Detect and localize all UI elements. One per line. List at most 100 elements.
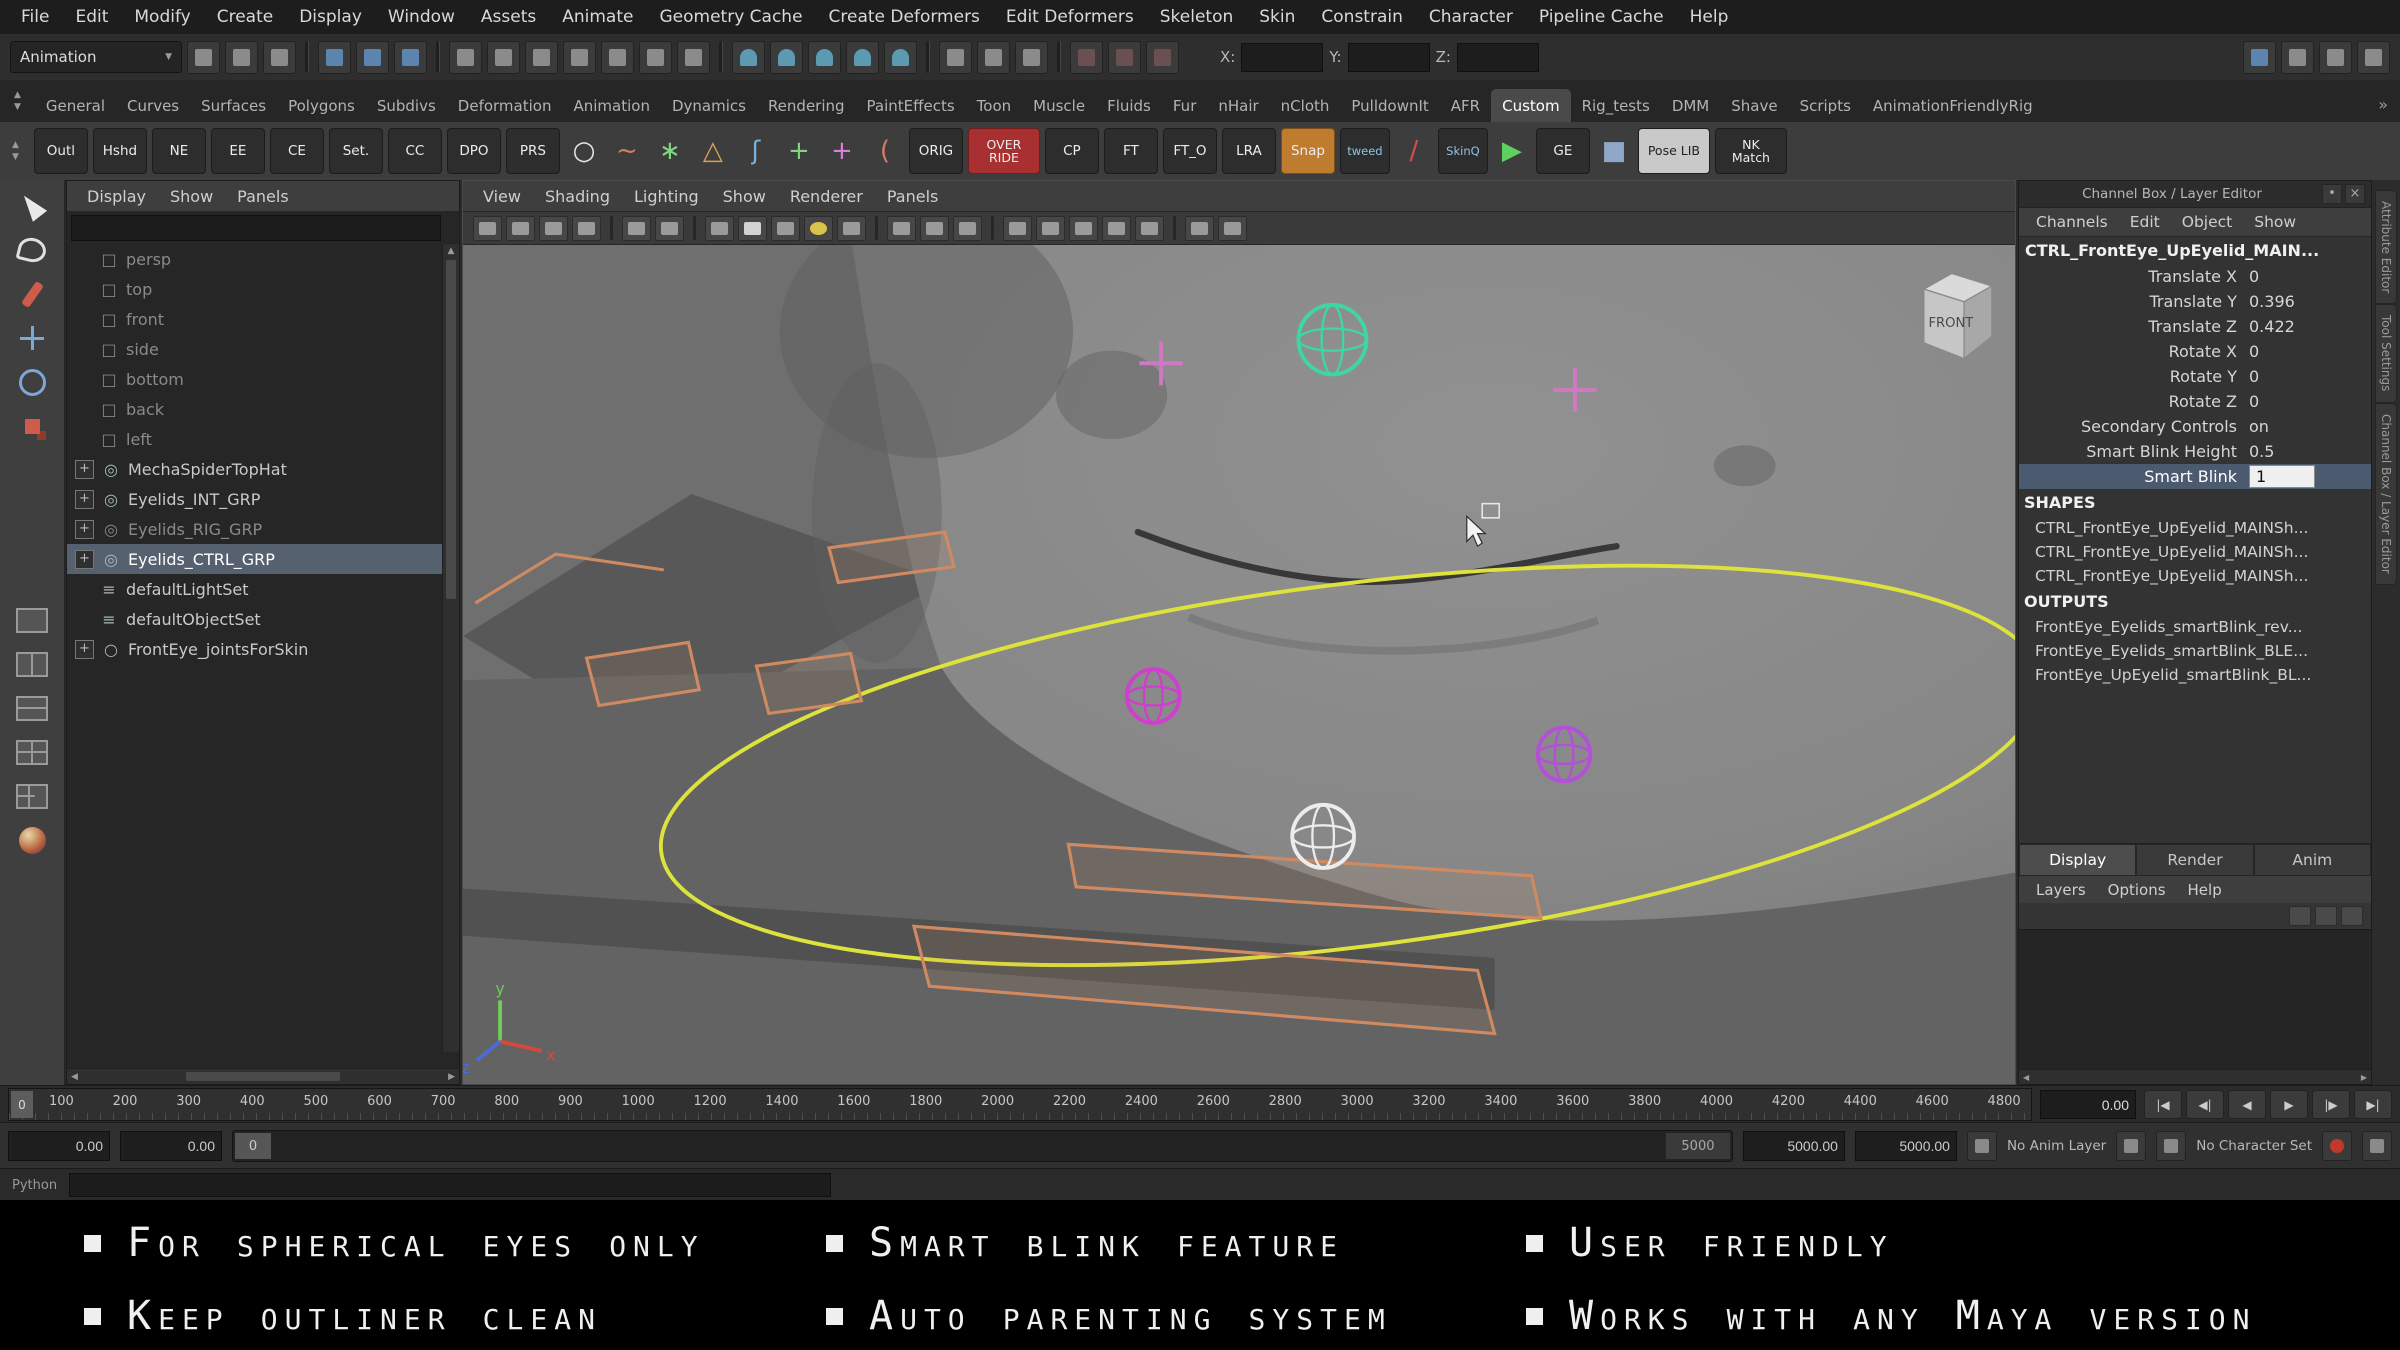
shelf-button[interactable]: GE — [1535, 128, 1590, 174]
status-icon[interactable] — [677, 40, 710, 74]
viewport-toolbar-icon[interactable] — [1218, 215, 1247, 241]
z-input[interactable] — [1456, 42, 1539, 72]
channel-label[interactable]: Translate Z — [2019, 317, 2249, 336]
status-icon[interactable] — [926, 41, 930, 73]
shelf-tab[interactable]: Dynamics — [661, 89, 757, 122]
viewport-toolbar-icon[interactable] — [655, 215, 684, 241]
panel-header-icon[interactable]: × — [2345, 184, 2365, 204]
viewport-toolbar-icon[interactable] — [837, 215, 866, 241]
animation-end-field[interactable] — [1854, 1131, 1957, 1161]
shelf-button[interactable]: ▶ — [1493, 129, 1531, 173]
ui-toggle-icon[interactable] — [2357, 40, 2390, 74]
shelf-button[interactable]: ○ — [565, 129, 603, 173]
scroll-right-icon[interactable]: ▶ — [2361, 1073, 2367, 1082]
shelf-button[interactable]: Pose LIB — [1637, 128, 1710, 174]
expand-toggle[interactable] — [75, 611, 92, 628]
status-icon[interactable] — [719, 41, 723, 73]
playback-button[interactable]: |◀ — [2144, 1090, 2182, 1119]
tool-button[interactable] — [8, 642, 56, 686]
shelf-tab[interactable]: Scripts — [1789, 89, 1862, 122]
expand-toggle[interactable]: + — [75, 519, 94, 539]
output-node-name[interactable]: FrontEye_Eyelids_smartBlink_BLE... — [2019, 639, 2371, 663]
outliner-item[interactable]: □ back — [67, 394, 459, 424]
layer-editor-icon[interactable] — [2341, 906, 2363, 926]
status-icon[interactable] — [732, 40, 765, 74]
layer-editor-tab[interactable]: Render — [2136, 844, 2254, 876]
playback-button[interactable]: ▶| — [2354, 1090, 2392, 1119]
channel-label[interactable]: Smart Blink — [2019, 467, 2249, 486]
scroll-right-icon[interactable]: ▶ — [448, 1072, 455, 1082]
menu-item[interactable]: File — [8, 7, 62, 27]
playback-button[interactable]: ▶ — [2270, 1090, 2308, 1119]
playback-button[interactable]: |▶ — [2312, 1090, 2350, 1119]
panel-vertical-tab[interactable]: Attribute Editor — [2375, 190, 2397, 305]
menu-item[interactable]: Edit — [62, 7, 121, 27]
tool-button[interactable] — [8, 316, 56, 360]
status-icon[interactable] — [305, 41, 309, 73]
outliner-item[interactable]: □ left — [67, 424, 459, 454]
channel-label[interactable]: Rotate X — [2019, 342, 2249, 361]
expand-toggle[interactable] — [75, 581, 92, 598]
viewport-toolbar-icon[interactable] — [572, 215, 601, 241]
channel-box-menu-item[interactable]: Channels — [2025, 213, 2119, 231]
menu-item[interactable]: Skeleton — [1147, 7, 1247, 27]
viewport-menu-item[interactable]: Show — [711, 187, 778, 206]
tool-button[interactable] — [8, 360, 56, 404]
outliner-item[interactable]: + ○ FrontEye_jointsForSkin — [67, 634, 459, 664]
viewport-toolbar-icon[interactable] — [1173, 216, 1176, 240]
viewport-toolbar-icon[interactable] — [1135, 215, 1164, 241]
shelf-button[interactable]: △ — [694, 129, 732, 173]
layer-editor-menu-item[interactable]: Help — [2177, 881, 2233, 899]
scroll-up-icon[interactable]: ▲ — [448, 244, 455, 258]
channel-value[interactable]: 0.5 — [2249, 442, 2313, 461]
outliner-menu-item[interactable]: Show — [158, 187, 225, 206]
output-node-name[interactable]: FrontEye_Eyelids_smartBlink_rev... — [2019, 615, 2371, 639]
tool-button[interactable] — [8, 184, 56, 228]
shelf-tab[interactable]: Shave — [1720, 89, 1788, 122]
shelf-tab[interactable]: Toon — [966, 89, 1022, 122]
channel-value[interactable]: 0.422 — [2249, 317, 2313, 336]
menu-item[interactable]: Animate — [549, 7, 646, 27]
layer-editor-tab[interactable]: Anim — [2253, 844, 2371, 876]
shelf-tab[interactable]: nHair — [1207, 89, 1269, 122]
expand-toggle[interactable] — [75, 371, 92, 388]
outliner-hscrollbar[interactable]: ◀ ▶ — [67, 1068, 459, 1084]
expand-toggle[interactable]: + — [75, 549, 94, 569]
expand-toggle[interactable]: + — [75, 459, 94, 479]
channel-row[interactable]: Rotate Y 0 — [2019, 364, 2371, 389]
range-end-handle[interactable]: 5000 — [1665, 1133, 1730, 1159]
status-icon[interactable] — [225, 40, 258, 74]
viewport-toolbar-icon[interactable] — [887, 215, 916, 241]
channel-row[interactable]: Rotate Z 0 — [2019, 389, 2371, 414]
status-icon[interactable] — [808, 40, 841, 74]
channel-value[interactable]: 0 — [2249, 342, 2313, 361]
channel-label[interactable]: Translate X — [2019, 267, 2249, 286]
expand-toggle[interactable] — [75, 431, 92, 448]
shelf-button[interactable]: ■ — [1595, 129, 1633, 173]
viewport-menu-item[interactable]: Renderer — [778, 187, 875, 206]
status-icon[interactable] — [846, 40, 879, 74]
shelf-button[interactable]: NE — [151, 128, 206, 174]
channel-label[interactable]: Rotate Y — [2019, 367, 2249, 386]
viewport-toolbar-icon[interactable] — [771, 215, 800, 241]
shelf-button[interactable]: ~ — [608, 129, 646, 173]
tool-button[interactable] — [8, 730, 56, 774]
channel-row[interactable]: Secondary Controls on — [2019, 414, 2371, 439]
status-icon[interactable] — [394, 40, 427, 74]
expand-toggle[interactable]: + — [75, 639, 94, 659]
shelf-button[interactable]: ʃ — [737, 129, 775, 173]
shelf-tab[interactable]: Rig_tests — [1571, 89, 1661, 122]
outliner-item[interactable]: ≡ defaultLightSet — [67, 574, 459, 604]
channel-value[interactable]: 1 — [2249, 465, 2315, 488]
outliner-item[interactable]: □ front — [67, 304, 459, 334]
tool-button[interactable] — [8, 272, 56, 316]
viewport-toolbar-icon[interactable] — [804, 215, 833, 241]
tool-button[interactable] — [8, 686, 56, 730]
shelf-button[interactable]: FT_O — [1162, 128, 1217, 174]
shelf-tab[interactable]: nCloth — [1270, 89, 1341, 122]
shelf-button[interactable]: tweed — [1339, 128, 1390, 174]
outliner-menu-item[interactable]: Panels — [225, 187, 301, 206]
shelf-button[interactable]: SkinQ — [1437, 128, 1488, 174]
outliner-item[interactable]: □ top — [67, 274, 459, 304]
panel-vertical-tab[interactable]: Tool Settings — [2375, 304, 2397, 403]
